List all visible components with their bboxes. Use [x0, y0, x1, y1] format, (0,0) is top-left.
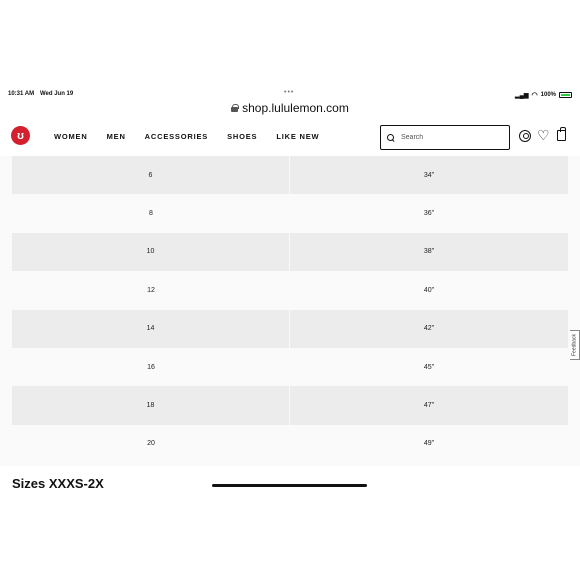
battery-icon: [559, 92, 572, 98]
url-text[interactable]: shop.lululemon.com: [242, 101, 349, 115]
signal-icon: ▂▄▆: [515, 92, 529, 99]
feedback-tab[interactable]: Feedback: [570, 330, 580, 360]
size-cell: 14: [12, 309, 290, 348]
measurement-cell: 38": [423, 248, 435, 256]
lululemon-logo[interactable]: ʊ: [11, 126, 30, 145]
nav-item-women[interactable]: WOMEN: [54, 132, 88, 141]
size-cell: 10: [12, 232, 290, 272]
multitasking-dots-icon[interactable]: •••: [284, 89, 294, 96]
search-icon[interactable]: [387, 133, 395, 142]
measurement-cell: 36": [423, 210, 435, 218]
size-cell: 16: [147, 363, 155, 371]
nav-item-shoes[interactable]: SHOES: [227, 132, 257, 141]
size-cell: 8: [149, 210, 153, 218]
size-cell: 12: [147, 286, 155, 294]
measurement-cell: 42": [423, 325, 435, 333]
browser-screen: 10:31 AM Wed Jun 19 ••• ▂▄▆ ◠ 100% shop.…: [0, 88, 580, 490]
size-cell: 20: [147, 440, 155, 448]
status-date: Wed Jun 19: [40, 91, 74, 97]
table-row: 10 38": [12, 232, 568, 272]
wishlist-heart-icon[interactable]: ♡: [537, 128, 550, 142]
table-row: 12 40": [12, 271, 568, 309]
table-row: 6 34": [12, 156, 568, 195]
account-icon[interactable]: [519, 130, 531, 142]
size-cell: 6: [12, 156, 290, 195]
nav-item-accessories[interactable]: ACCESSORIES: [145, 132, 208, 141]
status-indicators: ▂▄▆ ◠ 100%: [515, 91, 572, 99]
shopping-bag-icon[interactable]: [557, 127, 566, 141]
measurement-cell: 45": [423, 363, 435, 371]
table-row: 8 36": [12, 194, 568, 232]
battery-percent: 100%: [540, 92, 556, 98]
table-row: 20 49": [12, 425, 568, 463]
address-bar[interactable]: shop.lululemon.com: [0, 99, 580, 117]
lock-icon: [231, 104, 240, 112]
table-row: 14 42": [12, 309, 568, 348]
home-indicator[interactable]: [212, 484, 367, 487]
search-box[interactable]: [380, 125, 510, 150]
section-heading: Sizes XXXS-2X: [12, 476, 104, 490]
site-header: ʊ WOMEN MEN ACCESSORIES SHOES LIKE NEW ♡: [0, 118, 580, 156]
size-table: 6 34" 8 36" 10 38" 12 40" 14 42" 16 45": [12, 156, 568, 463]
measurement-cell: 34": [423, 171, 435, 179]
size-chart-section: 6 34" 8 36" 10 38" 12 40" 14 42" 16 45": [0, 156, 580, 466]
table-row: 16 45": [12, 348, 568, 386]
nav-item-like-new[interactable]: LIKE NEW: [276, 132, 319, 141]
wifi-icon: ◠: [531, 92, 538, 99]
table-row: 18 47": [12, 386, 568, 425]
main-nav: WOMEN MEN ACCESSORIES SHOES LIKE NEW: [54, 132, 319, 141]
nav-item-men[interactable]: MEN: [107, 132, 126, 141]
search-input[interactable]: [401, 134, 501, 141]
size-cell: 18: [12, 386, 290, 425]
measurement-cell: 40": [423, 286, 435, 294]
measurement-cell: 49": [423, 440, 435, 448]
status-time: 10:31 AM: [8, 91, 35, 97]
measurement-cell: 47": [423, 402, 435, 410]
